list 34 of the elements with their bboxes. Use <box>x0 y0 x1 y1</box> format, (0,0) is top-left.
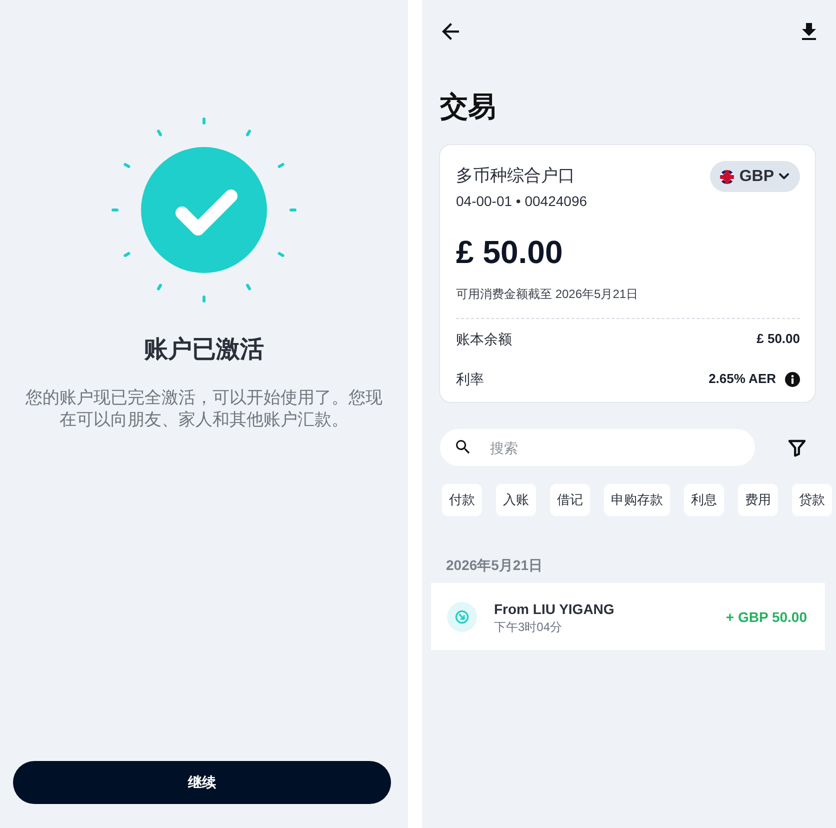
check-circle-icon <box>141 147 267 273</box>
transaction-name: From LIU YIGANG <box>494 600 616 618</box>
transaction-amount: + GBP 50.00 <box>726 608 807 626</box>
detail-label: 账本余额 <box>456 330 512 349</box>
detail-value: 2.65% AER <box>708 370 776 388</box>
search-field[interactable]: 搜索 <box>440 429 755 466</box>
filter-chip[interactable]: 贷款 <box>792 484 832 516</box>
continue-button[interactable]: 继续 <box>13 761 391 804</box>
currency-selector[interactable]: GBP <box>710 161 800 192</box>
filter-chip[interactable]: 利息 <box>684 484 724 516</box>
filter-icon[interactable] <box>788 438 806 456</box>
chevron-down-icon <box>779 173 789 180</box>
page-title: 交易 <box>440 90 497 124</box>
transaction-row[interactable]: From LIU YIGANG 下午3时04分 + GBP 50.00 <box>431 583 825 650</box>
info-icon[interactable] <box>785 372 800 386</box>
filter-chip[interactable]: 入账 <box>496 484 536 516</box>
search-icon <box>456 440 470 454</box>
transaction-time: 下午3时04分 <box>494 618 564 634</box>
balance-amount: £ 50.00 <box>456 233 564 272</box>
filter-chip[interactable]: 申购存款 <box>604 484 670 516</box>
flag-icon <box>720 170 734 184</box>
back-arrow-icon[interactable] <box>442 22 459 40</box>
download-icon[interactable] <box>801 22 817 40</box>
date-heading: 2026年5月21日 <box>446 556 544 575</box>
account-name: 多币种综合户口 <box>456 165 576 187</box>
detail-value: £ 50.00 <box>756 330 800 348</box>
filter-chip[interactable]: 费用 <box>738 484 778 516</box>
activation-message: 您的账户现已完全激活，可以开始使用了。您现在可以向朋友、家人和其他账户汇款。 <box>24 387 384 431</box>
activation-title: 账户已激活 <box>144 335 264 365</box>
detail-label: 利率 <box>456 370 484 389</box>
filter-chip[interactable]: 付款 <box>442 484 482 516</box>
filter-chip[interactable]: 借记 <box>550 484 590 516</box>
account-number: 04-00-01 • 00424096 <box>456 192 588 211</box>
available-balance-note: 可用消费金额截至 2026年5月21日 <box>456 286 640 302</box>
